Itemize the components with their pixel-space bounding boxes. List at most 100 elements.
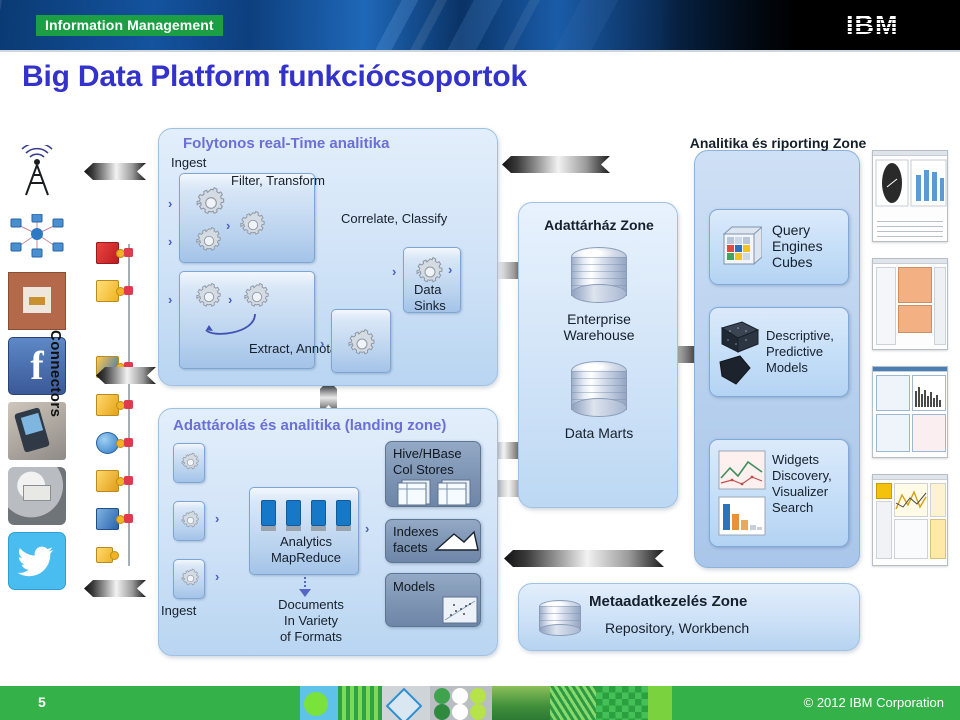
header-band: Information Management IBM xyxy=(0,0,960,50)
widgets-discovery-box: Widgets Discovery, Visualizer Search xyxy=(709,439,849,547)
connector-plug-icon xyxy=(96,392,133,418)
loop-arrow-icon xyxy=(205,313,256,335)
gear-icon xyxy=(196,282,221,307)
mapreduce-block xyxy=(286,500,301,526)
footer-band: 5 © 2012 IBM Corporation xyxy=(0,686,960,720)
documents-label: Documents In Variety of Formats xyxy=(278,597,344,644)
descriptive-predictive-label: Descriptive, Predictive Models xyxy=(766,328,834,375)
ibm-logo-text: IBM xyxy=(846,12,938,39)
widgets-discovery-label: Widgets Discovery, Visualizer Search xyxy=(772,452,832,515)
connector-plug-icon xyxy=(96,468,133,494)
scatter-model-icon xyxy=(442,596,478,624)
zone-realtime-title: Folytonos real-Time analitika xyxy=(183,135,390,152)
smart-meter-icon xyxy=(8,467,66,525)
mapreduce-block xyxy=(261,500,276,526)
mapreduce-block-shadow xyxy=(286,526,301,531)
zone-analytics-reporting: Analitika és riporting Zone Query Engine… xyxy=(690,135,866,568)
cube-grid-icon xyxy=(722,226,762,266)
ibm-logo: IBM xyxy=(846,12,938,39)
slide-page-number: 5 xyxy=(38,694,46,710)
landing-ingest-label: Ingest xyxy=(161,603,197,618)
hive-hbase-label: Hive/HBase Col Stores xyxy=(393,446,462,477)
footer-graphic-strip xyxy=(430,686,492,720)
models-box: Models xyxy=(385,573,481,627)
landing-ingest-card xyxy=(173,501,205,541)
column-store-icon xyxy=(397,479,471,506)
connector-plug-column xyxy=(96,240,142,570)
zone-realtime-analytics: Folytonos real-Time analitika Ingest › ›… xyxy=(158,128,498,386)
zone-landing-title: Adattárolás és analitika (landing zone) xyxy=(173,417,447,434)
flow-arrow: › xyxy=(168,292,172,307)
query-engines-box: Query Engines Cubes xyxy=(709,209,849,285)
mapreduce-block-shadow xyxy=(261,526,276,531)
connector-plug-icon xyxy=(96,506,133,532)
dashboard-thumbnail xyxy=(872,150,948,242)
analytics-mapreduce-box: Analytics MapReduce xyxy=(249,487,359,575)
footer-graphic-strip xyxy=(550,686,596,720)
correlate-classify-box: › xyxy=(320,309,391,373)
slide-canvas: Information Management IBM Big Data Plat… xyxy=(0,0,960,720)
zone-warehouse-title: Adattárház Zone xyxy=(544,217,654,233)
gear-icon xyxy=(181,568,199,586)
correlate-classify-label: Correlate, Classify xyxy=(341,211,448,226)
flow-arrow: › xyxy=(215,569,219,584)
facet-triangle-icon xyxy=(434,530,479,551)
metadata-zone-subtitle: Repository, Workbench xyxy=(605,620,750,636)
footer-graphic-strip xyxy=(648,686,672,720)
connector-plug-icon xyxy=(96,240,133,266)
data-sinks-label: Data Sinks xyxy=(414,282,446,313)
gear-icon xyxy=(348,328,375,355)
rfid-tag-icon xyxy=(8,272,66,330)
connectors-label: Connectors xyxy=(47,330,64,418)
gear-icon xyxy=(196,226,221,251)
mapreduce-block-shadow xyxy=(336,526,351,531)
connector-plug-icon xyxy=(96,430,133,456)
zone-metadata-management: Metaadatkezelés Zone Repository, Workben… xyxy=(518,583,860,651)
flow-arrow: › xyxy=(365,521,369,536)
footer-graphic-strip xyxy=(382,686,430,720)
flow-arrow: › xyxy=(448,262,452,277)
predictive-model-icon xyxy=(719,321,760,385)
gear-icon xyxy=(196,186,225,215)
gear-icon xyxy=(240,210,265,235)
mapreduce-block-shadow xyxy=(311,526,326,531)
flow-chevron-left-mid xyxy=(96,367,156,384)
flow-arrow: › xyxy=(168,196,172,211)
connector-plug-icon xyxy=(96,278,133,304)
radio-tower-icon xyxy=(8,142,66,200)
filter-transform-label: Filter, Transform xyxy=(231,173,325,188)
mapreduce-block xyxy=(336,500,351,526)
flow-arrow: › xyxy=(392,264,396,279)
analytics-mapreduce-label: Analytics MapReduce xyxy=(270,534,342,565)
line-chart-thumbnail-icon xyxy=(718,450,766,490)
flow-arrow: › xyxy=(168,234,172,249)
header-divider xyxy=(0,50,960,52)
dashboard-thumbnail xyxy=(872,366,948,458)
footer-graphic-strip xyxy=(300,686,338,720)
models-label: Models xyxy=(393,579,435,594)
gear-icon xyxy=(244,282,269,307)
mapreduce-block xyxy=(311,500,326,526)
flow-arrow: › xyxy=(226,218,230,233)
down-arrow-icon xyxy=(299,577,311,597)
gear-icon xyxy=(181,452,199,470)
descriptive-predictive-box: Descriptive, Predictive Models xyxy=(709,307,849,397)
enterprise-warehouse-db-icon xyxy=(571,247,627,303)
flow-chevron-left-bottom xyxy=(84,580,146,597)
data-marts-db-icon xyxy=(571,361,627,417)
metadata-repository-db-icon xyxy=(539,600,581,636)
realtime-ingest-label: Ingest xyxy=(171,155,207,170)
footer-graphic-strip xyxy=(492,686,550,720)
footer-graphic-strip xyxy=(338,686,382,720)
landing-ingest-card xyxy=(173,559,205,599)
zone-analytics-title: Analitika és riporting Zone xyxy=(689,135,867,151)
enterprise-warehouse-label: Enterprise Warehouse xyxy=(563,311,635,343)
copyright-notice: © 2012 IBM Corporation xyxy=(803,695,944,710)
indexes-facets-label: Indexes facets xyxy=(393,524,439,555)
metadata-zone-title: Metaadatkezelés Zone xyxy=(589,593,748,610)
gear-icon xyxy=(181,510,199,528)
data-marts-label: Data Marts xyxy=(564,425,634,441)
flow-chevron-bottom-center xyxy=(504,550,664,567)
footer-graphic-strip xyxy=(596,686,648,720)
twitter-icon xyxy=(8,532,66,590)
